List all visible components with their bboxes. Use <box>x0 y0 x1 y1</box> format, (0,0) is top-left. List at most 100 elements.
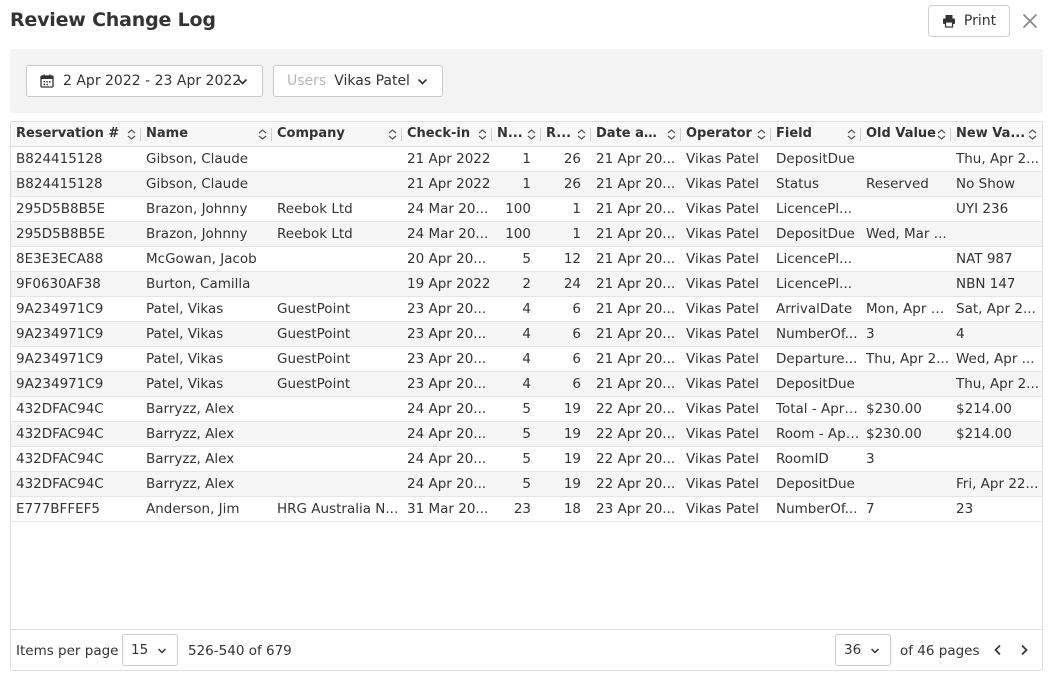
table-row[interactable]: 295D5B8B5E Brazon, Johnny Reebok Ltd 24 Mar… <box>11 197 1042 222</box>
cell-field: LicencePl... <box>776 251 853 267</box>
cell-nights: 5 <box>522 476 531 492</box>
table-row[interactable]: 9F0630AF38 Burton, Camilla 19 Apr 2022 2 24 2… <box>11 272 1042 297</box>
sort-icon[interactable] <box>577 129 586 140</box>
cell-date-time: 21 Apr 20... <box>596 301 676 317</box>
cell-old-value <box>861 147 951 171</box>
column-separator[interactable] <box>540 128 541 141</box>
chevron-down-icon <box>417 78 428 85</box>
cell-company <box>272 397 402 421</box>
items-per-page-select[interactable]: 15 <box>122 634 178 666</box>
column-separator[interactable] <box>950 128 951 141</box>
table-row[interactable]: 9A234971C9 Patel, Vikas GuestPoint 23 Apr 2… <box>11 297 1042 322</box>
cell-check-in: 19 Apr 2022 <box>407 276 491 292</box>
table-row[interactable]: 9A234971C9 Patel, Vikas GuestPoint 23 Apr 2… <box>11 372 1042 397</box>
column-header-company[interactable]: Company <box>272 122 402 147</box>
cell-check-in: 23 Apr 20... <box>407 376 487 392</box>
sort-icon[interactable] <box>127 129 136 140</box>
column-separator[interactable] <box>680 128 681 141</box>
chevron-down-icon <box>157 648 167 654</box>
table-row[interactable]: 9A234971C9 Patel, Vikas GuestPoint 23 Apr 2… <box>11 322 1042 347</box>
cell-nights: 4 <box>522 301 531 317</box>
cell-rooms: 19 <box>563 426 581 442</box>
cell-date-time: 23 Apr 20... <box>596 501 676 517</box>
cell-reservation: 295D5B8B5E <box>16 226 105 242</box>
next-page-button[interactable] <box>1016 641 1032 659</box>
cell-operator: Vikas Patel <box>686 176 760 192</box>
sort-icon[interactable] <box>258 129 267 140</box>
column-header-label: Field <box>776 126 812 141</box>
column-separator[interactable] <box>770 128 771 141</box>
cell-nights: 5 <box>522 401 531 417</box>
cell-nights: 5 <box>522 251 531 267</box>
cell-check-in: 31 Mar 20... <box>407 501 489 517</box>
column-separator[interactable] <box>860 128 861 141</box>
table-row[interactable]: 295D5B8B5E Brazon, Johnny Reebok Ltd 24 Mar… <box>11 222 1042 247</box>
sort-icon[interactable] <box>1028 129 1037 140</box>
prev-page-button[interactable] <box>990 641 1006 659</box>
sort-icon[interactable] <box>847 129 856 140</box>
cell-check-in: 24 Apr 20... <box>407 401 487 417</box>
column-separator[interactable] <box>271 128 272 141</box>
table-row[interactable]: 432DFAC94C Barryzz, Alex 24 Apr 20... 5 19 22… <box>11 422 1042 447</box>
cell-name: Barryzz, Alex <box>146 401 235 417</box>
cell-operator: Vikas Patel <box>686 226 760 242</box>
table-row[interactable]: 9A234971C9 Patel, Vikas GuestPoint 23 Apr 2… <box>11 347 1042 372</box>
sort-icon[interactable] <box>478 129 487 140</box>
print-button[interactable]: Print <box>928 5 1010 37</box>
cell-field: DepositDue <box>776 226 855 242</box>
cell-operator: Vikas Patel <box>686 351 760 367</box>
column-separator[interactable] <box>491 128 492 141</box>
cell-date-time: 22 Apr 20... <box>596 451 676 467</box>
cell-operator: Vikas Patel <box>686 501 760 517</box>
cell-date-time: 21 Apr 20... <box>596 251 676 267</box>
cell-reservation: E777BFFEF5 <box>16 501 100 517</box>
cell-reservation: 9A234971C9 <box>16 351 104 367</box>
table-row[interactable]: 432DFAC94C Barryzz, Alex 24 Apr 20... 5 19 22… <box>11 397 1042 422</box>
table-row[interactable]: 432DFAC94C Barryzz, Alex 24 Apr 20... 5 19 22… <box>11 447 1042 472</box>
cell-operator: Vikas Patel <box>686 151 760 167</box>
cell-nights: 4 <box>522 376 531 392</box>
page-select[interactable]: 36 <box>835 634 891 666</box>
column-separator[interactable] <box>140 128 141 141</box>
items-per-page-label: Items per page <box>16 643 119 659</box>
cell-name: Patel, Vikas <box>146 326 224 342</box>
cell-check-in: 24 Mar 20... <box>407 226 489 242</box>
sort-icon[interactable] <box>757 129 766 140</box>
cell-old-value <box>861 197 951 221</box>
cell-operator: Vikas Patel <box>686 251 760 267</box>
column-header-label: Operator <box>686 126 752 141</box>
current-page-value: 36 <box>844 642 862 658</box>
sort-icon[interactable] <box>388 129 397 140</box>
column-header-label: R... <box>546 126 572 141</box>
cell-rooms: 12 <box>563 251 581 267</box>
cell-field: Status <box>776 176 820 192</box>
column-separator[interactable] <box>401 128 402 141</box>
column-separator[interactable] <box>590 128 591 141</box>
sort-icon[interactable] <box>527 129 536 140</box>
users-filter[interactable]: Users Vikas Patel <box>273 65 443 97</box>
cell-check-in: 24 Apr 20... <box>407 426 487 442</box>
cell-field: ArrivalDate <box>776 301 853 317</box>
cell-date-time: 22 Apr 20... <box>596 401 676 417</box>
column-header-name[interactable]: Name <box>141 122 272 147</box>
sort-icon[interactable] <box>667 129 676 140</box>
close-button[interactable] <box>1018 9 1042 33</box>
table-row[interactable]: E777BFFEF5 Anderson, Jim HRG Australia N..… <box>11 497 1042 522</box>
date-range-picker[interactable]: 2 Apr 2022 - 23 Apr 2022 <box>26 65 263 97</box>
table-row[interactable]: 432DFAC94C Barryzz, Alex 24 Apr 20... 5 19 22… <box>11 472 1042 497</box>
table-row[interactable]: B824415128 Gibson, Claude 21 Apr 2022 1 26 21… <box>11 172 1042 197</box>
column-header-reservation[interactable]: Reservation # <box>11 122 141 147</box>
table-row[interactable]: 8E3E3ECA88 McGowan, Jacob 20 Apr 20... 5 12 2… <box>11 247 1042 272</box>
cell-field: Departure... <box>776 351 858 367</box>
cell-field: DepositDue <box>776 376 855 392</box>
cell-old-value <box>861 472 951 496</box>
close-icon <box>1023 14 1037 28</box>
sort-icon[interactable] <box>937 129 946 140</box>
cell-new-value: $214.00 <box>956 401 1012 417</box>
cell-operator: Vikas Patel <box>686 401 760 417</box>
table-row[interactable]: B824415128 Gibson, Claude 21 Apr 2022 1 26 21… <box>11 147 1042 172</box>
cell-new-value <box>951 447 1042 471</box>
cell-new-value: Wed, Apr ... <box>956 351 1035 367</box>
cell-nights: 5 <box>522 451 531 467</box>
cell-new-value: Sat, Apr 2... <box>956 301 1036 317</box>
